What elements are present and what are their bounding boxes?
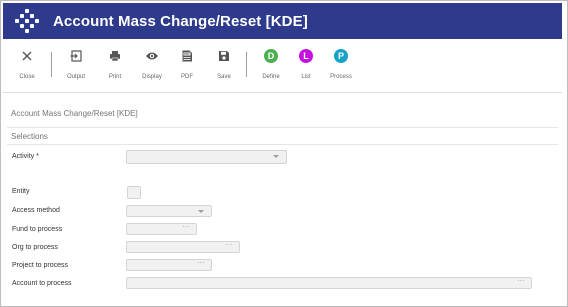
- chevron-down-icon: [198, 210, 204, 213]
- define-letter: D: [264, 49, 278, 63]
- print-label: Print: [108, 74, 122, 80]
- org-input[interactable]: ···: [126, 240, 240, 253]
- display-label: Display: [142, 74, 162, 80]
- activity-label: Activity *: [12, 153, 39, 160]
- list-icon: L: [299, 49, 313, 63]
- lookup-icon[interactable]: ···: [182, 222, 190, 231]
- window-title: Account Mass Change/Reset [KDE]: [53, 12, 308, 30]
- toolbar-divider: [51, 52, 52, 77]
- entity-label: Entity: [12, 188, 30, 195]
- app-window: Account Mass Change/Reset [KDE] Close Ou…: [0, 0, 568, 307]
- define-icon: D: [264, 49, 278, 63]
- access-method-select[interactable]: [126, 205, 212, 217]
- pdf-button[interactable]: PDF PDF: [167, 39, 207, 92]
- divider: [7, 127, 558, 128]
- save-button[interactable]: Save: [204, 39, 244, 92]
- pdf-label: PDF: [181, 74, 193, 80]
- lookup-icon[interactable]: ···: [225, 240, 233, 249]
- pdf-icon: PDF: [182, 49, 193, 67]
- pdf-badge: PDF: [184, 52, 190, 56]
- access-method-label: Access method: [12, 207, 60, 214]
- fund-label: Fund to process: [12, 226, 63, 233]
- print-button[interactable]: Print: [95, 39, 135, 92]
- process-label: Process: [330, 74, 352, 80]
- define-label: Define: [262, 74, 280, 80]
- define-button[interactable]: D Define: [251, 39, 291, 92]
- process-letter: P: [334, 49, 348, 63]
- process-icon: P: [334, 49, 348, 63]
- display-button[interactable]: Display: [132, 39, 172, 92]
- lookup-icon[interactable]: ···: [517, 276, 525, 285]
- close-label: Close: [19, 74, 35, 80]
- divider: [7, 144, 558, 145]
- page-title: Account Mass Change/Reset [KDE]: [11, 109, 138, 118]
- list-letter: L: [299, 49, 313, 63]
- save-icon: [218, 49, 230, 67]
- output-icon: [70, 49, 82, 67]
- account-label: Account to process: [12, 280, 72, 287]
- chevron-down-icon: [273, 155, 279, 158]
- entity-checkbox[interactable]: [127, 186, 141, 199]
- toolbar-divider: [246, 52, 247, 77]
- project-input[interactable]: ···: [126, 258, 212, 271]
- lookup-icon[interactable]: ···: [197, 258, 205, 267]
- output-button[interactable]: Output: [56, 39, 96, 92]
- eye-icon: [146, 49, 159, 67]
- toolbar: Close Output Print Display PDF PDF Save …: [3, 39, 562, 93]
- fund-input[interactable]: ···: [126, 222, 197, 235]
- form-content: Account Mass Change/Reset [KDE] Selectio…: [3, 93, 562, 303]
- printer-icon: [109, 49, 121, 67]
- close-icon: [21, 49, 33, 67]
- org-label: Org to process: [12, 244, 58, 251]
- close-button[interactable]: Close: [7, 39, 47, 92]
- save-label: Save: [217, 74, 231, 80]
- account-input[interactable]: ···: [126, 276, 532, 289]
- list-button[interactable]: L List: [286, 39, 326, 92]
- project-label: Project to process: [12, 262, 69, 269]
- title-bar: Account Mass Change/Reset [KDE]: [3, 3, 562, 39]
- activity-select[interactable]: [126, 150, 287, 164]
- process-button[interactable]: P Process: [321, 39, 361, 92]
- app-logo-icon: [11, 3, 45, 39]
- section-heading: Selections: [11, 132, 48, 141]
- list-label: List: [301, 74, 311, 80]
- output-label: Output: [66, 74, 85, 80]
